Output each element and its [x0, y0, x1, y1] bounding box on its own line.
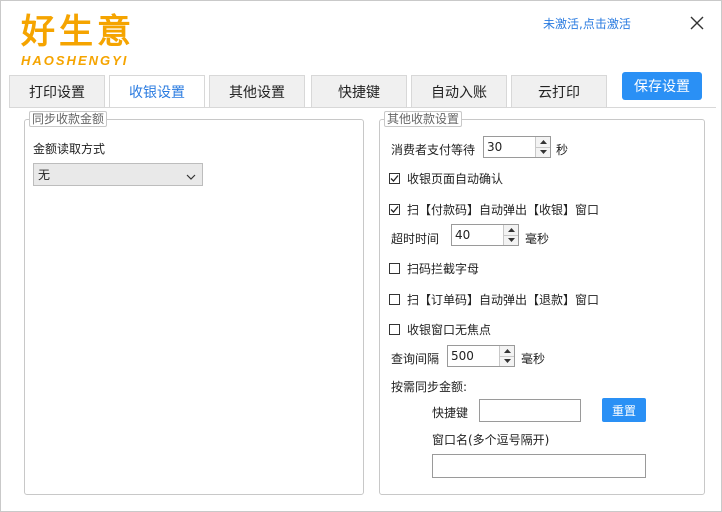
other-payment-group-title: 其他收款设置	[384, 111, 463, 127]
amount-mode-select[interactable]: 无	[33, 163, 203, 186]
no-focus-label: 收银窗口无焦点	[407, 323, 492, 337]
scan-order-popup-label: 扫【订单码】自动弹出【退款】窗口	[407, 293, 600, 307]
other-payment-group: 其他收款设置 消费者支付等待 30 秒 收银页面自动确认 扫【付款码】自动弹出【…	[379, 111, 705, 495]
payment-wait-value: 30	[487, 140, 503, 154]
stepper-up-icon[interactable]	[500, 346, 514, 356]
tab-auto-posting[interactable]: 自动入账	[411, 75, 507, 107]
checkbox-checked-icon	[389, 173, 400, 184]
tab-content-panel: 同步收款金额 金额读取方式 无 其他收款设置 消费者支付等待 30 秒 收银页面…	[9, 107, 716, 504]
window-name-input[interactable]	[432, 454, 646, 478]
intercept-letters-label: 扫码拦截字母	[407, 262, 480, 276]
query-interval-unit: 毫秒	[521, 352, 546, 366]
intercept-letters-checkbox[interactable]: 扫码拦截字母	[389, 260, 479, 277]
scan-pay-popup-label: 扫【付款码】自动弹出【收银】窗口	[407, 203, 600, 217]
scan-order-popup-checkbox[interactable]: 扫【订单码】自动弹出【退款】窗口	[389, 291, 599, 308]
timeout-label: 超时时间	[391, 232, 440, 246]
timeout-value: 40	[455, 228, 471, 242]
auto-confirm-checkbox[interactable]: 收银页面自动确认	[389, 170, 503, 187]
close-icon[interactable]	[687, 13, 707, 33]
sync-amount-group-title: 同步收款金额	[29, 111, 108, 127]
window-name-label: 窗口名(多个逗号隔开)	[432, 433, 550, 447]
hotkey-label: 快捷键	[432, 406, 469, 420]
app-logo: 好生意 HAOSHENGYI	[21, 13, 135, 68]
checkbox-unchecked-icon	[389, 263, 400, 274]
sync-amount-group: 同步收款金额 金额读取方式 无	[24, 111, 364, 495]
tab-other-settings[interactable]: 其他设置	[209, 75, 305, 107]
stepper-up-icon[interactable]	[504, 225, 518, 235]
main-window: 好生意 HAOSHENGYI 未激活,点击激活 打印设置 收银设置 其他设置 快…	[0, 0, 722, 512]
payment-wait-stepper[interactable]: 30	[483, 136, 551, 158]
payment-wait-label: 消费者支付等待	[391, 143, 476, 157]
no-focus-checkbox[interactable]: 收银窗口无焦点	[389, 321, 491, 338]
stepper-down-icon[interactable]	[536, 146, 550, 157]
logo-text-en: HAOSHENGYI	[21, 53, 129, 68]
timeout-unit: 毫秒	[525, 232, 550, 246]
checkbox-checked-icon	[389, 204, 400, 215]
query-interval-label: 查询间隔	[391, 352, 440, 366]
sync-amount-label: 按需同步金额:	[391, 380, 468, 394]
chevron-down-icon	[186, 170, 196, 184]
checkbox-unchecked-icon	[389, 294, 400, 305]
auto-confirm-label: 收银页面自动确认	[407, 172, 504, 186]
stepper-down-icon[interactable]	[504, 234, 518, 245]
tab-print-settings[interactable]: 打印设置	[9, 75, 105, 107]
activate-link[interactable]: 未激活,点击激活	[543, 15, 631, 32]
hotkey-input[interactable]	[479, 399, 581, 422]
tab-hotkeys[interactable]: 快捷键	[311, 75, 407, 107]
query-interval-value: 500	[451, 349, 474, 363]
amount-mode-label: 金额读取方式	[33, 142, 106, 156]
scan-pay-popup-checkbox[interactable]: 扫【付款码】自动弹出【收银】窗口	[389, 201, 599, 218]
stepper-up-icon[interactable]	[536, 137, 550, 147]
checkbox-unchecked-icon	[389, 324, 400, 335]
tab-cashier-settings[interactable]: 收银设置	[109, 75, 205, 108]
tab-cloud-print[interactable]: 云打印	[511, 75, 607, 107]
stepper-down-icon[interactable]	[500, 355, 514, 366]
query-interval-stepper[interactable]: 500	[447, 345, 515, 367]
payment-wait-unit: 秒	[556, 143, 569, 157]
logo-text-cn: 好生意	[21, 12, 135, 52]
amount-mode-value: 无	[38, 168, 51, 182]
timeout-stepper[interactable]: 40	[451, 224, 519, 246]
save-settings-button[interactable]: 保存设置	[622, 72, 702, 100]
reset-button[interactable]: 重置	[602, 398, 646, 422]
